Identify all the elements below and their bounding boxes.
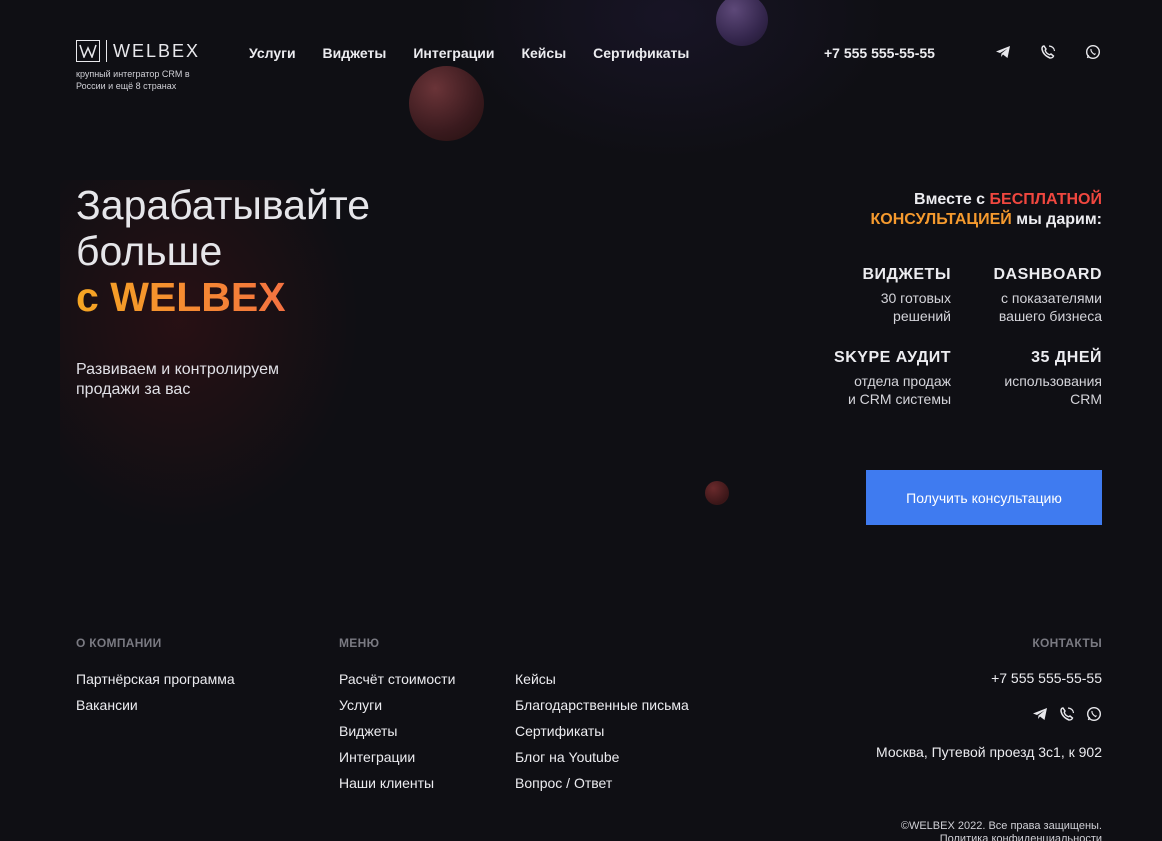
logo[interactable]: WELBEX крупный интегратор CRM в России и… [76,40,216,92]
hero-subtitle: Развиваем и контролируем продажи за вас [76,361,279,398]
feature-title: SKYPE АУДИТ [834,349,951,366]
telegram-icon[interactable] [1032,706,1048,722]
footer-link-vacancies[interactable]: Вакансии [76,696,235,714]
footer-link-youtube-blog[interactable]: Блог на Youtube [515,748,689,766]
footer-link-faq[interactable]: Вопрос / Ответ [515,774,689,792]
offer-highlight-consultation: КОНСУЛЬТАЦИЕЙ [870,211,1012,228]
footer-link-integrations[interactable]: Интеграции [339,748,455,766]
footer-link-certificates[interactable]: Сертификаты [515,722,689,740]
footer-link-partner-program[interactable]: Партнёрская программа [76,670,235,688]
footer-company-heading: О КОМПАНИИ [76,636,162,650]
main-nav: Услуги Виджеты Интеграции Кейсы Сертифик… [249,45,689,61]
get-consultation-button[interactable]: Получить консультацию [866,470,1102,525]
feature-title: DASHBOARD [993,266,1102,283]
footer-menu-col-1: Расчёт стоимости Услуги Виджеты Интеграц… [339,670,455,792]
offer-text-1: Вместе с [914,191,990,208]
hero-title: Зарабатывайте больше с WELBEX [76,182,370,320]
feature-desc: с показателями вашего бизнеса [998,290,1102,324]
viber-icon[interactable] [1059,706,1075,722]
logo-mark-icon [76,40,100,62]
logo-divider [106,40,107,62]
hero-line-1: Зарабатывайте [76,182,371,228]
viber-icon[interactable] [1040,44,1056,60]
copyright-text: ©WELBEX 2022. Все права защищены. [900,820,1102,832]
header-social-links [995,44,1101,60]
header-phone[interactable]: +7 555 555-55-55 [824,45,935,61]
footer-link-services[interactable]: Услуги [339,696,455,714]
feature-dashboard: DASHBOARD с показателями вашего бизнеса [971,266,1103,325]
hero-brand-line: с WELBEX [76,274,370,320]
nav-item-certificates[interactable]: Сертификаты [593,45,689,61]
feature-title: ВИДЖЕТЫ [862,266,951,283]
feature-skype-audit: SKYPE АУДИТ отдела продаж и CRM системы [820,349,951,408]
nav-item-widgets[interactable]: Виджеты [323,45,387,61]
decor-sphere-red [409,66,484,141]
top-glow [450,0,890,160]
features-grid: ВИДЖЕТЫ 30 готовых решений DASHBOARD с п… [820,266,1102,408]
footer-company-links: Партнёрская программа Вакансии [76,670,235,714]
telegram-icon[interactable] [995,44,1011,60]
logo-text: WELBEX [113,40,201,61]
offer-heading: Вместе с БЕСПЛАТНОЙ КОНСУЛЬТАЦИЕЙ мы дар… [871,190,1102,230]
footer-link-thank-you-letters[interactable]: Благодарственные письма [515,696,689,714]
logo-tagline: крупный интегратор CRM в России и ещё 8 … [76,69,190,91]
feature-title: 35 ДНЕЙ [1031,349,1102,366]
nav-item-services[interactable]: Услуги [249,45,296,61]
feature-widgets: ВИДЖЕТЫ 30 готовых решений [820,266,951,325]
offer-text-2: мы дарим: [1011,211,1102,228]
footer-address: Москва, Путевой проезд 3с1, к 902 [876,744,1102,760]
feature-35-days: 35 ДНЕЙ использования CRM [971,349,1102,408]
footer-link-cost-calc[interactable]: Расчёт стоимости [339,670,455,688]
footer-contacts-heading: КОНТАКТЫ [1032,636,1102,650]
nav-item-integrations[interactable]: Интеграции [413,45,494,61]
footer-link-clients[interactable]: Наши клиенты [339,774,455,792]
hero-line-2: больше [76,228,223,274]
feature-desc: использования CRM [1004,373,1102,407]
offer-highlight-free: БЕСПЛАТНОЙ [989,191,1102,208]
privacy-policy-link[interactable]: Политика конфиденциальности [940,833,1102,841]
feature-desc: отдела продаж и CRM системы [847,373,951,407]
feature-desc: 30 готовых решений [880,290,951,324]
decor-sphere-small [705,481,729,505]
footer-phone[interactable]: +7 555 555-55-55 [991,670,1102,686]
footer-menu-heading: МЕНЮ [339,636,380,650]
whatsapp-icon[interactable] [1086,706,1102,722]
footer-link-cases[interactable]: Кейсы [515,670,689,688]
footer-social-links [1032,706,1102,722]
footer-copyright-block: ©WELBEX 2022. Все права защищены. Полити… [901,820,1102,841]
whatsapp-icon[interactable] [1085,44,1101,60]
footer-menu-col-2: Кейсы Благодарственные письма Сертификат… [515,670,689,792]
nav-item-cases[interactable]: Кейсы [521,45,566,61]
footer-link-widgets[interactable]: Виджеты [339,722,455,740]
